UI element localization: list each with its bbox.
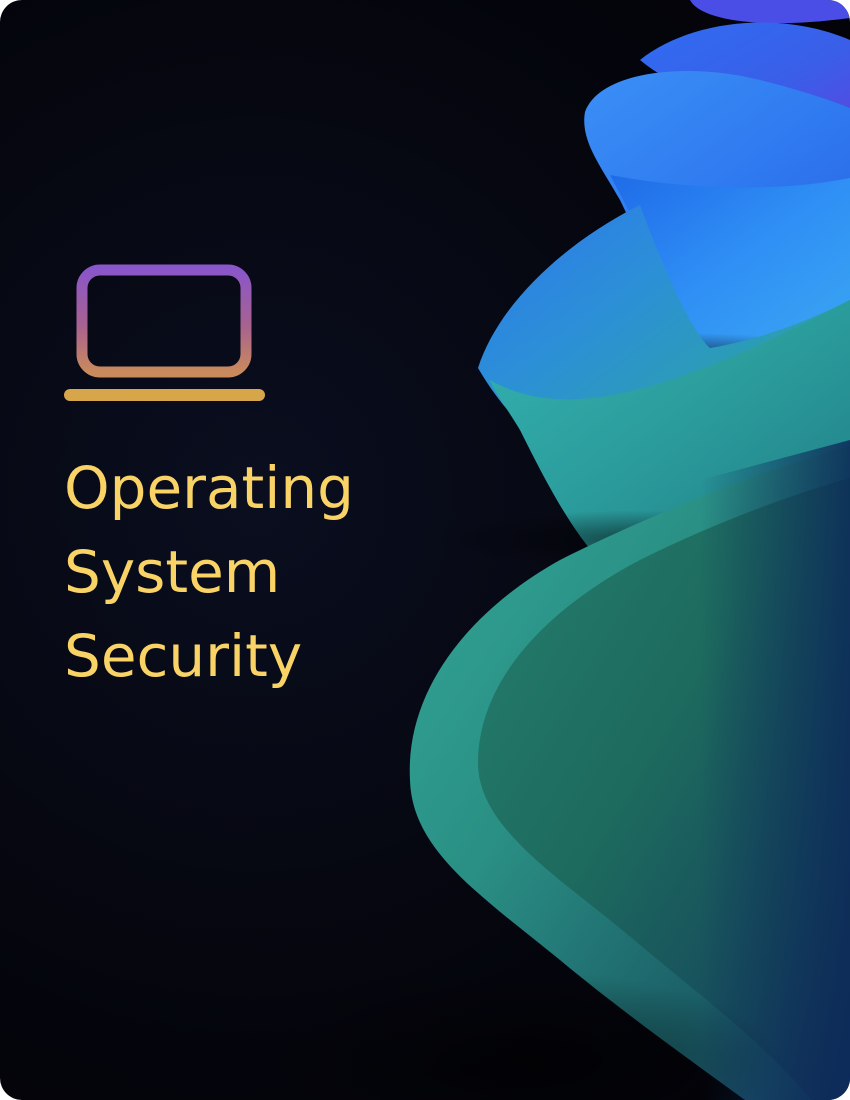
title-line-2: System	[64, 538, 281, 606]
page-title: Operating System Security	[64, 446, 354, 698]
laptop-icon	[64, 264, 265, 401]
title-line-3: Security	[64, 622, 303, 690]
title-line-1: Operating	[64, 454, 354, 522]
cover-card: Operating System Security	[0, 0, 850, 1100]
